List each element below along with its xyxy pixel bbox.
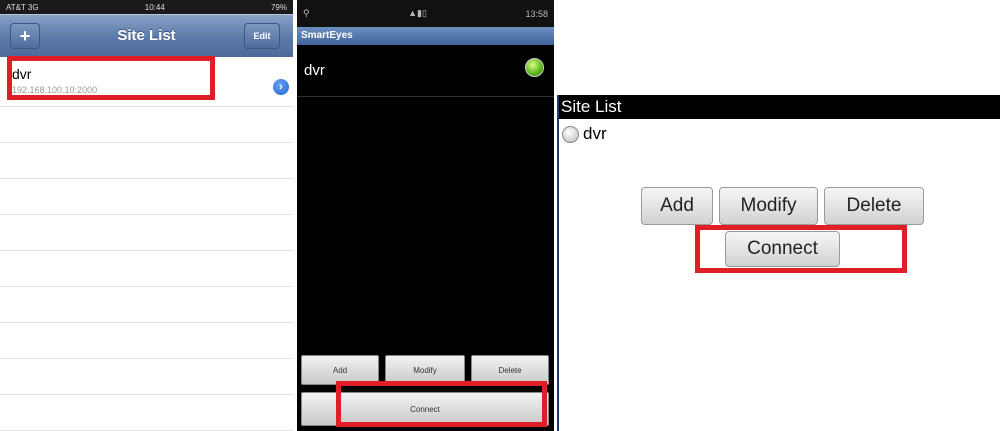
disclosure-chevron-icon[interactable]: › [273, 79, 289, 95]
usb-icon: ⚲ [303, 8, 310, 18]
site-radio-button[interactable] [562, 126, 579, 143]
site-list-item[interactable]: dvr [297, 45, 554, 97]
empty-row [0, 359, 293, 395]
page-title: Site List [559, 95, 1000, 119]
battery-label: 79% [270, 2, 287, 12]
delete-button[interactable]: Delete [824, 187, 924, 225]
empty-row [0, 323, 293, 359]
site-name: dvr [304, 62, 325, 79]
empty-row [0, 107, 293, 143]
site-name: dvr [583, 124, 607, 143]
android-status-bar: ⚲ ▲▮▯ 13:58 [297, 0, 554, 27]
online-status-icon [525, 58, 544, 77]
empty-row [0, 143, 293, 179]
empty-row [0, 287, 293, 323]
add-button[interactable]: Add [641, 187, 713, 225]
edit-button[interactable]: Edit [244, 23, 280, 49]
modify-button[interactable]: Modify [719, 187, 818, 225]
app-title-bar: SmartEyes [297, 27, 554, 45]
clock: 13:58 [525, 8, 548, 19]
highlight-box-site-item [7, 56, 215, 100]
highlight-box-connect [695, 225, 907, 273]
android-site-list-screen: ⚲ ▲▮▯ 13:58 SmartEyes dvr Add Modify Del… [297, 0, 554, 431]
empty-row [0, 179, 293, 215]
signal-battery-icons: ▲▮▯ [408, 8, 427, 18]
carrier-label: AT&T 3G [6, 2, 39, 12]
ios-status-bar: AT&T 3G 10:44 79% [0, 0, 293, 14]
empty-row [0, 215, 293, 251]
empty-row [0, 395, 293, 431]
highlight-box-connect [336, 381, 547, 427]
empty-row [0, 251, 293, 287]
clock: 10:44 [144, 2, 165, 12]
ios-navigation-bar: + Site List Edit [0, 14, 293, 57]
